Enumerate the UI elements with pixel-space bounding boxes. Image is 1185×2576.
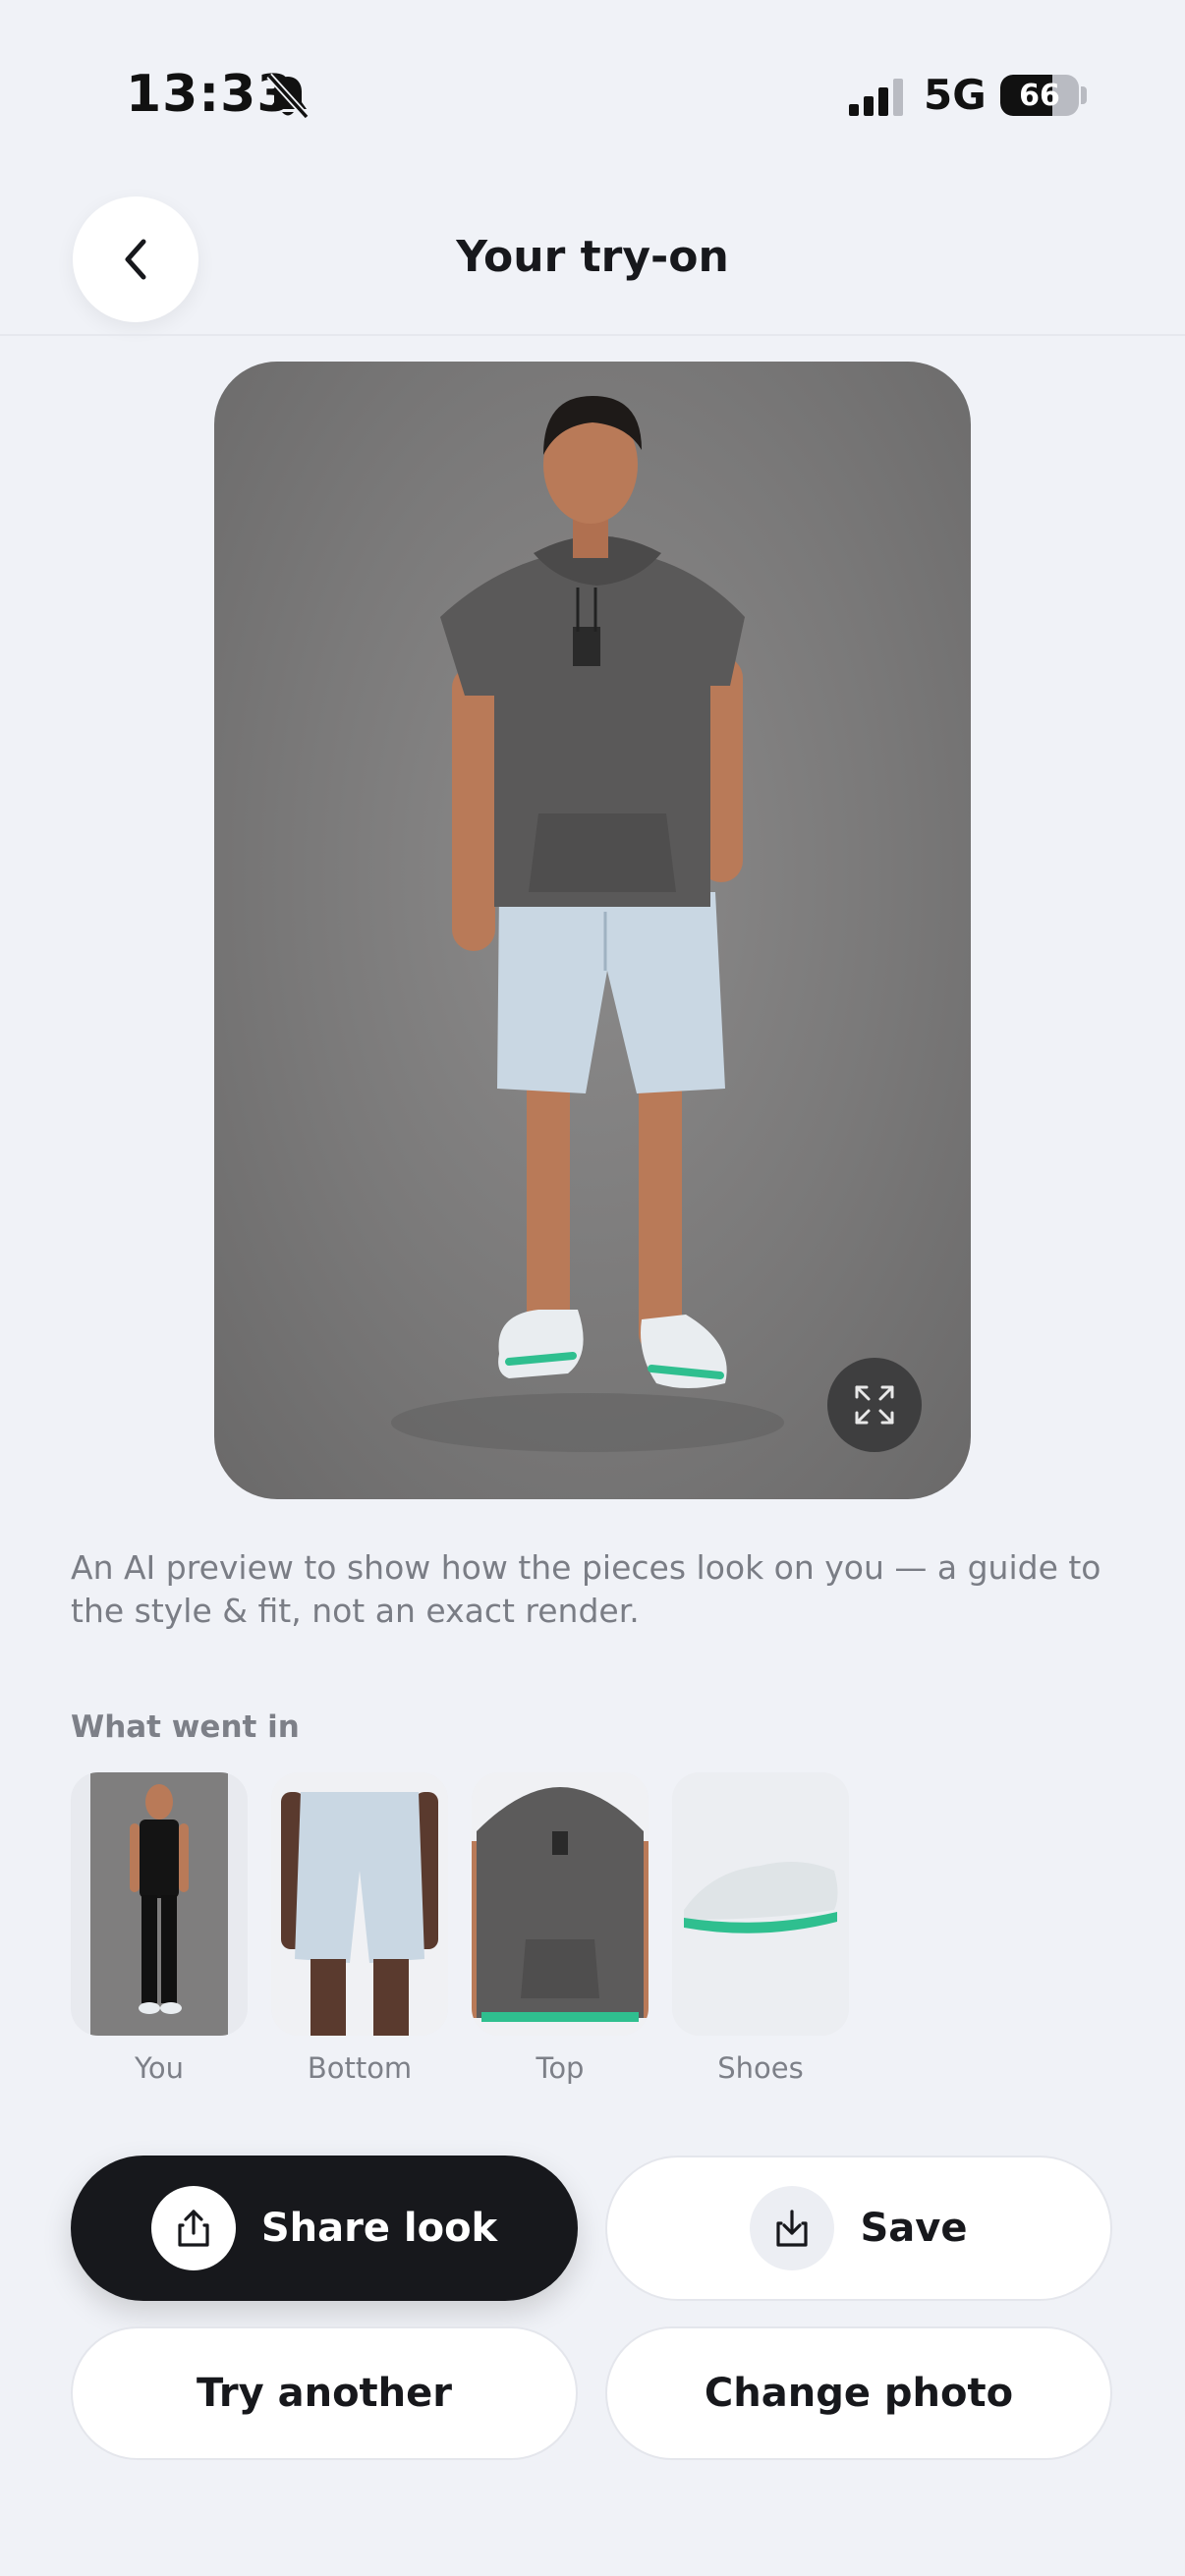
- battery-tip: [1081, 86, 1087, 104]
- header-divider: [0, 334, 1185, 336]
- expand-arrows-icon: [855, 1385, 894, 1425]
- try-another-label: Try another: [196, 2371, 453, 2416]
- inputs-section-label: What went in: [71, 1709, 300, 1745]
- share-look-label: Share look: [260, 2206, 498, 2251]
- ai-disclaimer: An AI preview to show how the pieces loo…: [71, 1548, 1101, 1630]
- person-photo-icon: [90, 1772, 228, 2036]
- inputs-row: You Bottom Top Shoes: [71, 1772, 1152, 2097]
- signal-icon: [849, 79, 903, 116]
- save-label: Save: [860, 2206, 968, 2251]
- bell-off-icon: [266, 73, 310, 120]
- try-another-button[interactable]: Try another: [71, 2326, 578, 2460]
- save-button[interactable]: Save: [605, 2156, 1112, 2301]
- network-label: 5G: [924, 71, 987, 119]
- change-photo-button[interactable]: Change photo: [605, 2326, 1112, 2460]
- input-label-top: Top: [536, 2051, 585, 2085]
- thumbnail-bottom: [271, 1772, 448, 2036]
- tryon-result-image[interactable]: [214, 362, 971, 1499]
- thumbnail-shoes: [672, 1772, 849, 2036]
- input-item-bottom[interactable]: Bottom: [271, 1772, 448, 2085]
- battery-level: 66: [1019, 78, 1060, 113]
- thumbnail-you: [71, 1772, 248, 2036]
- expand-button[interactable]: [827, 1358, 922, 1452]
- input-label-bottom: Bottom: [307, 2051, 413, 2085]
- thumbnail-top: [472, 1772, 649, 2036]
- share-icon: [178, 2210, 209, 2247]
- download-icon: [776, 2210, 809, 2247]
- shorts-photo-icon: [271, 1772, 448, 2036]
- hoodie-photo-icon: [472, 1772, 649, 2036]
- input-item-you[interactable]: You: [71, 1772, 248, 2085]
- input-label-shoes: Shoes: [717, 2051, 804, 2085]
- status-bar: 13:33 5G 66: [0, 0, 1185, 196]
- input-label-you: You: [135, 2051, 184, 2085]
- change-photo-label: Change photo: [704, 2371, 1014, 2416]
- sneaker-photo-icon: [672, 1772, 849, 2036]
- download-icon-badge: [750, 2186, 835, 2270]
- tryon-figure-illustration: [391, 396, 784, 1452]
- share-icon-badge: [150, 2186, 236, 2270]
- input-item-shoes[interactable]: Shoes: [672, 1772, 849, 2085]
- battery-icon: 66: [1000, 75, 1079, 116]
- page-title: Your try-on: [456, 232, 729, 282]
- share-look-button[interactable]: Share look: [71, 2156, 578, 2301]
- input-item-top[interactable]: Top: [472, 1772, 649, 2085]
